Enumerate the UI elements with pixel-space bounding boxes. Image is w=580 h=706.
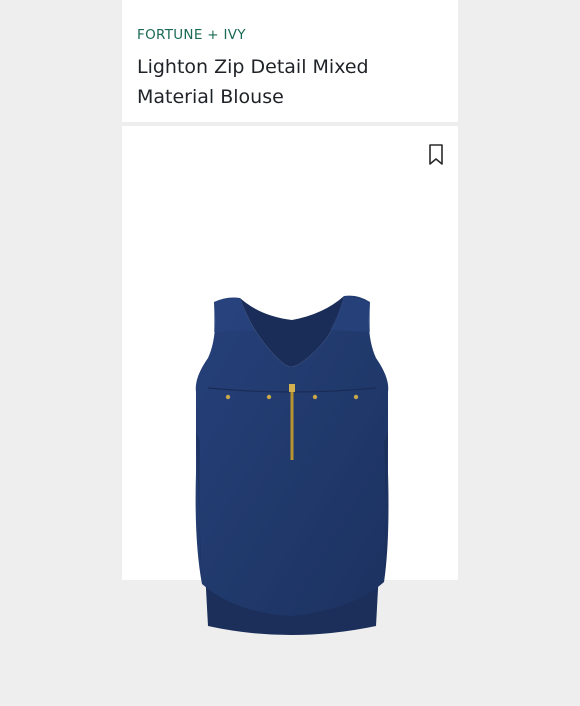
brand-name[interactable]: FORTUNE + IVY (137, 27, 246, 43)
product-title: Lighton Zip Detail Mixed Material Blouse (137, 56, 369, 108)
blouse-image (195, 295, 389, 635)
product-image[interactable] (122, 126, 458, 635)
bookmark-icon[interactable] (428, 144, 444, 166)
product-card: FORTUNE + IVY Lighton Zip Detail Mixed M… (122, 0, 458, 635)
product-header: FORTUNE + IVY Lighton Zip Detail Mixed M… (122, 0, 458, 122)
